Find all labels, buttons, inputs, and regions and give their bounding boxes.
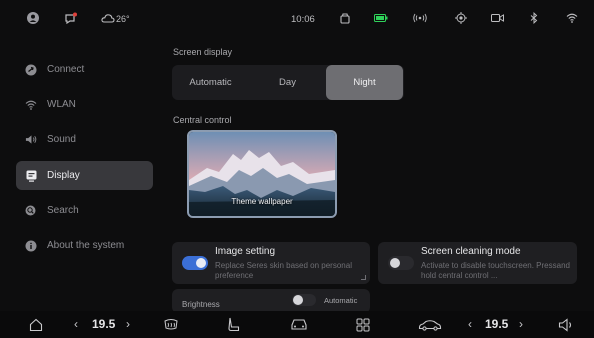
bluetooth-icon bbox=[527, 12, 541, 24]
image-setting-card[interactable]: Image setting Replace Seres skin based o… bbox=[172, 242, 370, 284]
image-setting-description: Replace Seres skin based on personal pre… bbox=[215, 261, 352, 280]
sidebar-item-label: Display bbox=[47, 170, 80, 181]
apps-grid-icon[interactable] bbox=[355, 316, 371, 333]
sidebar-item-connect[interactable]: Connect bbox=[16, 55, 153, 84]
display-icon bbox=[25, 170, 37, 182]
sidebar-item-label: About the system bbox=[47, 240, 125, 251]
signal-broadcast-icon bbox=[412, 12, 428, 24]
brightness-auto-label: Automatic bbox=[324, 296, 358, 305]
screen-mode-automatic[interactable]: Automatic bbox=[172, 65, 249, 100]
sidebar-item-sound[interactable]: Sound bbox=[16, 125, 153, 154]
brightness-card: Brightness Automatic bbox=[172, 289, 370, 313]
volume-icon[interactable] bbox=[557, 316, 575, 333]
clock: 10:06 bbox=[291, 14, 315, 25]
sidebar-item-about[interactable]: About the system bbox=[16, 231, 153, 260]
central-control-label: Central control bbox=[173, 115, 232, 125]
car-status-icon bbox=[338, 12, 352, 24]
screen-cleaning-toggle[interactable] bbox=[388, 256, 414, 270]
status-bar: 26° 10:06 bbox=[0, 0, 594, 36]
screen-cleaning-card[interactable]: Screen cleaning mode Activate to disable… bbox=[378, 242, 577, 284]
vehicle-icon[interactable] bbox=[290, 316, 308, 333]
left-temp-increase-icon[interactable]: › bbox=[126, 317, 130, 331]
screen-cleaning-title: Screen cleaning mode bbox=[421, 246, 521, 257]
sidebar-item-label: Search bbox=[47, 205, 79, 216]
location-icon bbox=[454, 12, 468, 24]
search-icon bbox=[25, 205, 37, 217]
screen-mode-day[interactable]: Day bbox=[249, 65, 326, 100]
user-icon[interactable] bbox=[26, 12, 40, 24]
speaker-icon bbox=[25, 134, 37, 146]
sidebar-item-wlan[interactable]: WLAN bbox=[16, 90, 153, 119]
brightness-label: Brightness bbox=[182, 300, 220, 309]
right-temperature: 19.5 bbox=[485, 317, 509, 331]
sidebar-item-search[interactable]: Search bbox=[16, 196, 153, 225]
wifi-status-icon bbox=[565, 12, 579, 24]
home-icon[interactable] bbox=[28, 316, 44, 333]
notification-icon[interactable] bbox=[64, 12, 78, 24]
wifi-icon bbox=[25, 99, 37, 111]
screen-cleaning-description: Activate to disable touchscreen. Pressan… bbox=[421, 261, 570, 280]
sidebar-item-display[interactable]: Display bbox=[16, 161, 153, 190]
sidebar-item-label: WLAN bbox=[47, 99, 76, 110]
info-icon bbox=[25, 240, 37, 252]
left-temperature: 19.5 bbox=[92, 317, 116, 331]
left-temp-decrease-icon[interactable]: ‹ bbox=[74, 317, 78, 331]
sidebar-item-label: Sound bbox=[47, 134, 76, 145]
image-setting-title: Image setting bbox=[215, 246, 276, 257]
camera-icon bbox=[490, 12, 504, 24]
car-mode-icon[interactable] bbox=[418, 316, 442, 333]
wallpaper-label: Theme wallpaper bbox=[231, 197, 293, 206]
battery-icon bbox=[374, 12, 388, 24]
temperature-readout: 26° bbox=[116, 14, 130, 24]
sidebar-item-label: Connect bbox=[47, 64, 85, 75]
right-temp-decrease-icon[interactable]: ‹ bbox=[468, 317, 472, 331]
right-temp-increase-icon[interactable]: › bbox=[519, 317, 523, 331]
bottom-dock: ‹ 19.5 › ‹ 19.5 › bbox=[0, 311, 594, 338]
expand-corner-icon bbox=[361, 275, 366, 280]
screen-mode-night[interactable]: Night bbox=[326, 65, 403, 100]
rear-defrost-icon[interactable] bbox=[162, 316, 180, 333]
settings-sidebar: Connect WLAN Sound Display Search About … bbox=[0, 50, 160, 270]
connect-icon bbox=[25, 64, 37, 76]
theme-wallpaper-tile[interactable]: Theme wallpaper bbox=[187, 130, 337, 218]
image-setting-toggle[interactable] bbox=[182, 256, 208, 270]
seat-icon[interactable] bbox=[226, 316, 242, 333]
cloud-icon bbox=[101, 12, 115, 24]
brightness-auto-toggle[interactable] bbox=[292, 294, 316, 306]
screen-display-segmented-control: Automatic Day Night bbox=[172, 65, 404, 100]
screen-display-label: Screen display bbox=[173, 47, 233, 57]
